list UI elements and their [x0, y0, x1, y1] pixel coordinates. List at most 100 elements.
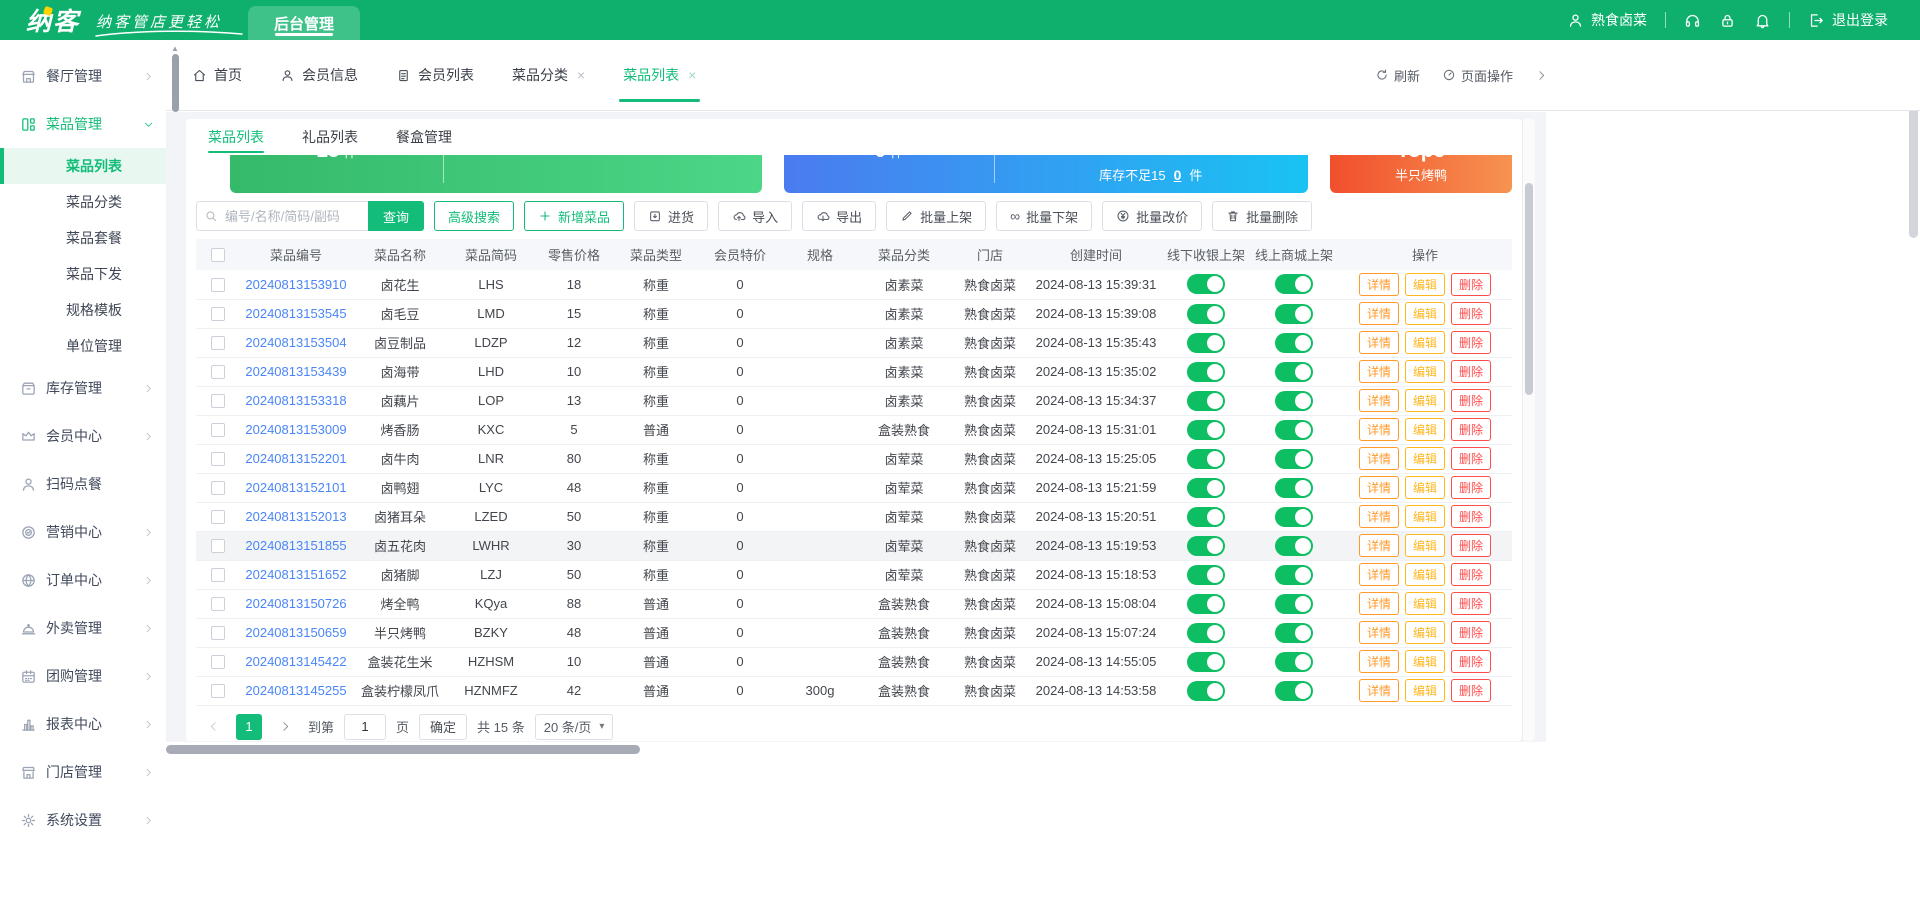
- row-checkbox[interactable]: [211, 626, 225, 640]
- edit-button[interactable]: 编辑: [1405, 331, 1445, 354]
- select-all-checkbox[interactable]: [211, 248, 225, 262]
- sidebar-item-scan-order[interactable]: 扫码点餐: [0, 460, 166, 508]
- dish-id-link[interactable]: 20240813151652: [245, 567, 346, 582]
- sidebar-item-dishes[interactable]: 菜品管理: [0, 100, 166, 148]
- detail-button[interactable]: 详情: [1359, 563, 1399, 586]
- page-size-select[interactable]: 20 条/页 ▾: [535, 714, 614, 740]
- row-checkbox[interactable]: [211, 394, 225, 408]
- row-checkbox[interactable]: [211, 655, 225, 669]
- delete-button[interactable]: 删除: [1451, 679, 1491, 702]
- row-checkbox[interactable]: [211, 597, 225, 611]
- mall-toggle[interactable]: [1275, 594, 1313, 614]
- dish-id-link[interactable]: 20240813153504: [245, 335, 346, 350]
- detail-button[interactable]: 详情: [1359, 389, 1399, 412]
- edit-button[interactable]: 编辑: [1405, 302, 1445, 325]
- delete-button[interactable]: 删除: [1451, 534, 1491, 557]
- notifications-icon[interactable]: [1754, 12, 1771, 29]
- pos-toggle[interactable]: [1187, 391, 1225, 411]
- detail-button[interactable]: 详情: [1359, 302, 1399, 325]
- detail-button[interactable]: 详情: [1359, 447, 1399, 470]
- sidebar-item-member-center[interactable]: 会员中心: [0, 412, 166, 460]
- pos-toggle[interactable]: [1187, 681, 1225, 701]
- pos-toggle[interactable]: [1187, 274, 1225, 294]
- sidebar-item-marketing[interactable]: 营销中心: [0, 508, 166, 556]
- sidebar-item-stock[interactable]: 库存管理: [0, 364, 166, 412]
- support-icon[interactable]: [1684, 12, 1701, 29]
- import-button[interactable]: 导入: [718, 201, 792, 231]
- pos-toggle[interactable]: [1187, 565, 1225, 585]
- sidebar-subitem-dish-list[interactable]: 菜品列表: [0, 148, 166, 184]
- logout-button[interactable]: 退出登录: [1808, 10, 1888, 30]
- jump-page-input[interactable]: [344, 714, 386, 740]
- sidebar-item-reports[interactable]: 报表中心: [0, 700, 166, 748]
- delete-button[interactable]: 删除: [1451, 302, 1491, 325]
- row-checkbox[interactable]: [211, 423, 225, 437]
- dish-id-link[interactable]: 20240813150659: [245, 625, 346, 640]
- pos-toggle[interactable]: [1187, 507, 1225, 527]
- detail-button[interactable]: 详情: [1359, 650, 1399, 673]
- row-checkbox[interactable]: [211, 539, 225, 553]
- add-dish-button[interactable]: 新增菜品: [524, 201, 624, 231]
- window-scrollbar[interactable]: [1909, 42, 1918, 912]
- mall-toggle[interactable]: [1275, 420, 1313, 440]
- dish-id-link[interactable]: 20240813153910: [245, 277, 346, 292]
- dish-id-link[interactable]: 20240813151855: [245, 538, 346, 553]
- scroll-up-arrow-icon[interactable]: ▲: [171, 44, 179, 53]
- tab-member-info[interactable]: 会员信息: [280, 40, 358, 110]
- refresh-button[interactable]: 刷新: [1375, 66, 1420, 85]
- delete-button[interactable]: 删除: [1451, 621, 1491, 644]
- sidebar-subitem-dish-combo[interactable]: 菜品套餐: [0, 220, 166, 256]
- dish-id-link[interactable]: 20240813150726: [245, 596, 346, 611]
- dish-id-link[interactable]: 20240813152013: [245, 509, 346, 524]
- detail-button[interactable]: 详情: [1359, 273, 1399, 296]
- row-checkbox[interactable]: [211, 452, 225, 466]
- batch-delete-button[interactable]: 批量删除: [1212, 201, 1312, 231]
- search-input[interactable]: [196, 201, 368, 231]
- subtab-gift-list[interactable]: 礼品列表: [302, 119, 358, 155]
- dish-id-link[interactable]: 20240813153439: [245, 364, 346, 379]
- row-checkbox[interactable]: [211, 278, 225, 292]
- edit-button[interactable]: 编辑: [1405, 679, 1445, 702]
- purchase-button[interactable]: 进货: [634, 201, 708, 231]
- mall-toggle[interactable]: [1275, 362, 1313, 382]
- tab-member-list[interactable]: 会员列表: [396, 40, 474, 110]
- close-icon[interactable]: ×: [686, 67, 696, 83]
- edit-button[interactable]: 编辑: [1405, 621, 1445, 644]
- mall-toggle[interactable]: [1275, 274, 1313, 294]
- detail-button[interactable]: 详情: [1359, 331, 1399, 354]
- edit-button[interactable]: 编辑: [1405, 534, 1445, 557]
- mall-toggle[interactable]: [1275, 536, 1313, 556]
- prev-page-button[interactable]: [200, 714, 226, 740]
- detail-button[interactable]: 详情: [1359, 505, 1399, 528]
- mall-toggle[interactable]: [1275, 478, 1313, 498]
- page-scrollbar-thumb[interactable]: [172, 54, 179, 112]
- delete-button[interactable]: 删除: [1451, 650, 1491, 673]
- detail-button[interactable]: 详情: [1359, 476, 1399, 499]
- delete-button[interactable]: 删除: [1451, 592, 1491, 615]
- current-store[interactable]: 熟食卤菜: [1567, 10, 1647, 30]
- sidebar-subitem-dish-category[interactable]: 菜品分类: [0, 184, 166, 220]
- page-operations-button[interactable]: 页面操作: [1442, 66, 1513, 85]
- edit-button[interactable]: 编辑: [1405, 360, 1445, 383]
- dish-id-link[interactable]: 20240813153318: [245, 393, 346, 408]
- lock-icon[interactable]: [1719, 12, 1736, 29]
- delete-button[interactable]: 删除: [1451, 418, 1491, 441]
- batch-reprice-button[interactable]: 批量改价: [1102, 201, 1202, 231]
- delete-button[interactable]: 删除: [1451, 273, 1491, 296]
- edit-button[interactable]: 编辑: [1405, 273, 1445, 296]
- delete-button[interactable]: 删除: [1451, 563, 1491, 586]
- chevron-right-icon[interactable]: [1535, 69, 1548, 82]
- mall-toggle[interactable]: [1275, 565, 1313, 585]
- close-icon[interactable]: ×: [575, 67, 585, 83]
- mall-toggle[interactable]: [1275, 623, 1313, 643]
- delete-button[interactable]: 删除: [1451, 505, 1491, 528]
- pos-toggle[interactable]: [1187, 333, 1225, 353]
- delete-button[interactable]: 删除: [1451, 447, 1491, 470]
- dish-id-link[interactable]: 20240813152101: [245, 480, 346, 495]
- row-checkbox[interactable]: [211, 568, 225, 582]
- edit-button[interactable]: 编辑: [1405, 505, 1445, 528]
- sidebar-item-settings[interactable]: 系统设置: [0, 796, 166, 844]
- row-checkbox[interactable]: [211, 336, 225, 350]
- pos-toggle[interactable]: [1187, 304, 1225, 324]
- confirm-button[interactable]: 确定: [419, 714, 467, 740]
